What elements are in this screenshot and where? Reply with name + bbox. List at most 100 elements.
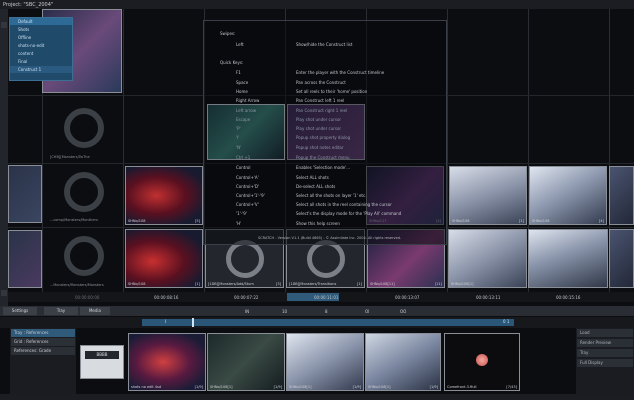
timecode: 00:00:08:16 (154, 295, 179, 300)
title-bar (0, 0, 634, 9)
shot-thumbnail[interactable]: SHNo/108 [1] (449, 166, 527, 225)
clip-count: [1/9] (273, 385, 282, 389)
project-menu-item[interactable]: shots-no-edit (10, 42, 72, 49)
shot-thumbnail[interactable] (8, 230, 42, 288)
help-key: F1 (236, 70, 241, 75)
help-key: 'N' (236, 145, 242, 150)
playhead[interactable] (192, 318, 194, 327)
shot-count: [4] (599, 219, 604, 223)
bin-clip[interactable]: shots no edit 4sd [1/9] (128, 333, 206, 391)
shot-count: [5] (195, 219, 200, 223)
load-button[interactable]: Load (577, 329, 633, 337)
up-arrow-icon[interactable] (1, 22, 7, 28)
scrub-in-label: I (165, 319, 167, 324)
render-preview-button[interactable]: Render Preview (577, 339, 633, 347)
project-menu-item[interactable]: Construct 1 (10, 66, 72, 73)
shot-thumbnail[interactable]: SHNo/108[1] (448, 229, 527, 288)
shot-thumbnail[interactable] (609, 229, 634, 288)
project-menu-item[interactable]: content (10, 50, 72, 57)
help-desc: Select ALL shots (296, 175, 329, 180)
bin-list-item[interactable]: References: Grade (11, 347, 75, 355)
clip-count: [1/9] (194, 385, 203, 389)
shot-thumbnail[interactable] (609, 166, 634, 225)
help-key: Control+'1'-'9' (236, 193, 265, 198)
empty-shot-placeholder[interactable] (64, 172, 104, 212)
help-desc: Show/hide the Construct list (296, 42, 353, 47)
bin-clip[interactable]: SHNo/108[1] [1/9] (286, 333, 364, 391)
help-key: Control+'D' (236, 184, 260, 189)
transport-label[interactable]: OI (365, 310, 369, 314)
clip-count: [1/9] (352, 385, 361, 389)
help-desc: Select all shots in the reel containing … (296, 202, 392, 207)
timecode: 00:00:07:22 (234, 295, 259, 300)
help-key: Left arrow (236, 108, 257, 113)
scrub-track[interactable] (142, 319, 514, 326)
shot-label: SHNo/108[1] (451, 282, 474, 286)
bin-list-item[interactable]: Grid : References (11, 338, 75, 346)
full-display-button[interactable]: Full Display (577, 359, 633, 367)
clip-label: SHNo/108[1] (289, 385, 312, 389)
help-key: '1'-'9' (236, 211, 247, 216)
bin-list-item[interactable]: Tray : References (11, 329, 75, 337)
clip-label: SHNo/108[1] (210, 385, 233, 389)
bin-clip[interactable]: Comefront.3.ffull [7/43] (444, 333, 520, 391)
help-key: Space (236, 80, 249, 85)
shot-count: [11] (434, 282, 442, 286)
help-key: Ctrl +1 (236, 155, 251, 160)
empty-shot-placeholder[interactable] (64, 236, 104, 276)
transport-label[interactable]: IN (245, 310, 249, 314)
shot-label: SHNo/108 (532, 219, 550, 223)
help-key: 'H' (236, 221, 242, 226)
help-key: 'P' (236, 126, 241, 131)
help-desc: Select all the shots on layer '1' etc. (296, 193, 367, 198)
help-desc: Popup shot notes editor (296, 145, 344, 150)
shot-count: [1] (519, 219, 524, 223)
help-desc: Pan Construct right 1 reel (296, 108, 348, 113)
mini-preview-label: BBBB (85, 351, 119, 359)
project-title[interactable]: Project: "SBC_2004" (3, 2, 53, 8)
light-source-icon (476, 354, 488, 366)
project-menu-item[interactable]: Shots (10, 26, 72, 33)
left-toolbar (0, 9, 8, 307)
help-desc: Enables 'Selection mode'... (296, 165, 351, 170)
scrub-out-label: 0 1 (503, 319, 510, 324)
help-desc: Select's the display mode for the 'Play … (296, 211, 402, 216)
help-key: Right Arrow (236, 98, 260, 103)
reel-divider (123, 9, 124, 299)
help-desc: Pan across the Construct (296, 80, 346, 85)
shot-thumbnail[interactable] (528, 229, 608, 288)
help-key: Escape (236, 117, 251, 122)
help-quickkeys-heading: Quick Keys: (220, 60, 244, 65)
project-menu-item[interactable]: Offline (10, 34, 72, 41)
help-swipes-heading: Swipes: (220, 31, 236, 36)
timecode: 00:00:00:00 (75, 295, 100, 300)
clip-label: shots no edit 4sd (131, 385, 162, 389)
project-menu-item[interactable]: Final (10, 58, 72, 65)
shot-thumbnail[interactable]: SHNo/108 [5] (125, 166, 203, 225)
bin-clip[interactable]: SHNo/108[1] [1/9] (365, 333, 441, 391)
tray-button[interactable]: Tray (577, 349, 633, 357)
bin-clip[interactable]: SHNo/108[1] [1/9] (207, 333, 285, 391)
tab-settings[interactable]: Settings (3, 307, 37, 315)
project-menu-item[interactable]: Default (10, 18, 72, 25)
down-arrow-icon[interactable] (1, 290, 7, 296)
shot-thumbnail[interactable]: SHNo/108 [4] (529, 166, 607, 225)
tab-tray[interactable]: Tray (44, 307, 78, 315)
help-key: Control+'A' (236, 175, 259, 180)
empty-shot-placeholder[interactable] (64, 108, 104, 148)
transport-label[interactable]: 10 (282, 310, 287, 314)
transport-label[interactable]: 8 (325, 310, 328, 314)
clip-label: SHNo/108[1] (368, 385, 391, 389)
shot-label: SHNo/108 (128, 282, 146, 286)
help-desc: Popup shot property dialog (296, 135, 351, 140)
help-desc: Pan Construct left 1 reel (296, 98, 345, 103)
shot-label: SHNo/108 (452, 219, 470, 223)
shot-thumbnail[interactable] (8, 165, 42, 223)
timecode: 00:00:13:11 (476, 295, 501, 300)
transport-label[interactable]: OO (400, 310, 406, 314)
help-key: Home (236, 89, 248, 94)
tab-media[interactable]: Media (80, 307, 110, 315)
help-desc: Play shot under cursor (296, 117, 342, 122)
tray-mini-preview[interactable]: BBBB (80, 345, 124, 379)
shot-thumbnail[interactable]: SHNo/108 [1] (125, 229, 203, 288)
